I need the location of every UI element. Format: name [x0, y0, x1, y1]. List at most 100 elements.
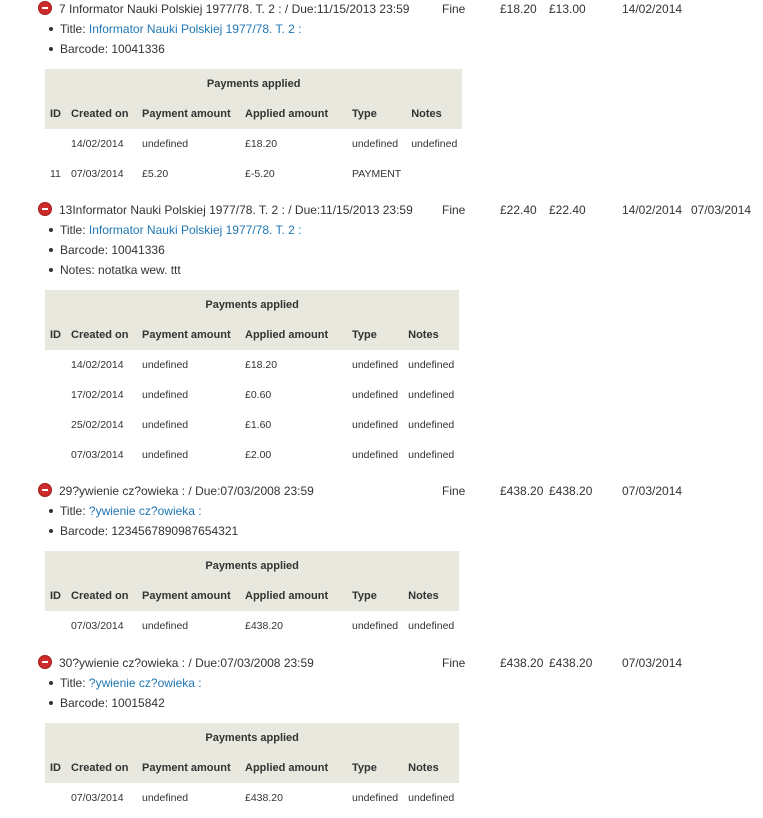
col-header-applied-amount: Applied amount — [245, 762, 329, 774]
cell-applied-amount: £438.20 — [245, 792, 283, 804]
col-header-payment-amount: Payment amount — [142, 590, 231, 602]
cell-payment-amount: undefined — [142, 620, 189, 632]
line-date: 07/03/2014 — [622, 484, 683, 498]
cell-notes: undefined — [408, 359, 455, 371]
cell-id — [45, 129, 66, 159]
col-header-type: Type — [352, 762, 377, 774]
title-label: Title: — [60, 676, 86, 690]
line-details: Title: ?ywienie cz?owieka : Barcode: 1234… — [47, 501, 238, 541]
cell-created-on: 14/02/2014 — [71, 359, 124, 371]
cell-type: undefined — [352, 359, 399, 371]
remove-circle-icon[interactable] — [38, 1, 52, 15]
line-details: Title: Informator Nauki Polskiej 1977/78… — [47, 220, 301, 280]
cell-id — [45, 783, 66, 813]
cell-applied-amount: £18.20 — [245, 359, 278, 371]
line-account-type: Fine — [442, 484, 466, 498]
table-row: 11 07/03/2014 £5.20 £-5.20 PAYMENT — [45, 159, 462, 189]
cell-type: undefined — [352, 138, 399, 150]
table-header-row: ID Created on Payment amount Applied amount… — [45, 581, 460, 611]
detail-title: Title: Informator Nauki Polskiej 1977/78… — [47, 19, 301, 39]
table-row: 07/03/2014 undefined £438.20 undefined undef… — [45, 783, 459, 813]
col-header-notes: Notes — [408, 762, 439, 774]
table-header-row: ID Created on Payment amount Applied amount… — [45, 753, 460, 783]
line-details: Title: Informator Nauki Polskiej 1977/78… — [47, 19, 301, 59]
remove-circle-icon[interactable] — [38, 483, 52, 497]
col-header-id: ID — [50, 108, 61, 120]
cell-applied-amount: £438.20 — [245, 620, 283, 632]
cell-notes: undefined — [408, 449, 455, 461]
col-header-id: ID — [50, 329, 61, 341]
table-row: 14/02/2014 undefined £18.20 undefined undefi… — [45, 350, 459, 380]
cell-notes — [406, 159, 462, 189]
cell-notes: undefined — [408, 389, 455, 401]
remove-circle-icon[interactable] — [38, 655, 52, 669]
cell-type: undefined — [352, 419, 399, 431]
remove-circle-icon[interactable] — [38, 202, 52, 216]
line-outstanding: £22.40 — [549, 203, 586, 217]
cell-payment-amount: undefined — [142, 449, 189, 461]
detail-title: Title: ?ywienie cz?owieka : — [47, 673, 202, 693]
detail-barcode: Barcode: 10041336 — [47, 39, 301, 59]
cell-payment-amount: undefined — [142, 792, 189, 804]
cell-payment-amount: undefined — [142, 419, 189, 431]
col-header-id: ID — [50, 762, 61, 774]
cell-applied-amount: £18.20 — [245, 138, 278, 150]
col-header-payment-amount: Payment amount — [142, 329, 231, 341]
cell-id — [45, 350, 66, 380]
col-header-payment-amount: Payment amount — [142, 762, 231, 774]
detail-barcode: Barcode: 1234567890987654321 — [47, 521, 238, 541]
cell-created-on: 07/03/2014 — [71, 449, 124, 461]
line-account-type: Fine — [442, 203, 466, 217]
title-link[interactable]: ?ywienie cz?owieka : — [89, 676, 202, 690]
cell-type: undefined — [352, 449, 399, 461]
detail-title: Title: ?ywienie cz?owieka : — [47, 501, 238, 521]
line-description: 29?ywienie cz?owieka : / Due:07/03/2008 … — [59, 484, 314, 498]
cell-payment-amount: undefined — [142, 359, 189, 371]
col-header-type: Type — [352, 329, 377, 341]
detail-barcode: Barcode: 10015842 — [47, 693, 202, 713]
line-date: 14/02/2014 — [622, 203, 683, 217]
line-description: 13Informator Nauki Polskiej 1977/78. T. … — [59, 203, 413, 217]
col-header-created-on: Created on — [71, 762, 129, 774]
cell-id — [45, 410, 66, 440]
table-header-row: ID Created on Payment amount Applied amount… — [45, 320, 460, 350]
line-amount: £438.20 — [500, 484, 544, 498]
table-row: 17/02/2014 undefined £0.60 undefined undefin… — [45, 380, 459, 410]
cell-created-on: 14/02/2014 — [71, 138, 124, 150]
col-header-type: Type — [352, 590, 377, 602]
cell-payment-amount: undefined — [142, 138, 189, 150]
line-amount: £438.20 — [500, 656, 544, 670]
cell-applied-amount: £-5.20 — [245, 168, 275, 180]
detail-title: Title: Informator Nauki Polskiej 1977/78… — [47, 220, 301, 240]
line-account-type: Fine — [442, 2, 466, 16]
cell-id: 11 — [50, 168, 61, 180]
table-row: 14/02/2014 undefined £18.20 undefined undefi… — [45, 129, 462, 159]
cell-id — [45, 380, 66, 410]
line-date: 07/03/2014 — [622, 656, 683, 670]
line-outstanding: £438.20 — [549, 656, 593, 670]
line-details: Title: ?ywienie cz?owieka : Barcode: 1001… — [47, 673, 202, 713]
cell-applied-amount: £1.60 — [245, 419, 272, 431]
col-header-id: ID — [50, 590, 61, 602]
title-link[interactable]: Informator Nauki Polskiej 1977/78. T. 2 … — [89, 223, 302, 237]
title-label: Title: — [60, 504, 86, 518]
line-account-type: Fine — [442, 656, 466, 670]
title-link[interactable]: ?ywienie cz?owieka : — [89, 504, 202, 518]
col-header-created-on: Created on — [71, 329, 129, 341]
cell-notes: undefined — [408, 419, 455, 431]
cell-notes: undefined — [411, 138, 458, 150]
payments-applied-table: Payments applied ID Created on Payment amou… — [45, 551, 460, 641]
cell-created-on: 07/03/2014 — [71, 168, 124, 180]
title-link[interactable]: Informator Nauki Polskiej 1977/78. T. 2 … — [89, 22, 302, 36]
line-amount: £22.40 — [500, 203, 537, 217]
detail-notes: Notes: notatka wew. ttt — [47, 260, 301, 280]
col-header-type: Type — [352, 108, 377, 120]
cell-type: undefined — [352, 389, 399, 401]
detail-barcode: Barcode: 10041336 — [47, 240, 301, 260]
cell-id — [45, 440, 66, 470]
col-header-created-on: Created on — [71, 590, 129, 602]
cell-type: undefined — [352, 792, 399, 804]
payments-applied-caption: Payments applied — [45, 290, 460, 320]
table-row: 25/02/2014 undefined £1.60 undefined undefin… — [45, 410, 459, 440]
col-header-notes: Notes — [411, 108, 442, 120]
